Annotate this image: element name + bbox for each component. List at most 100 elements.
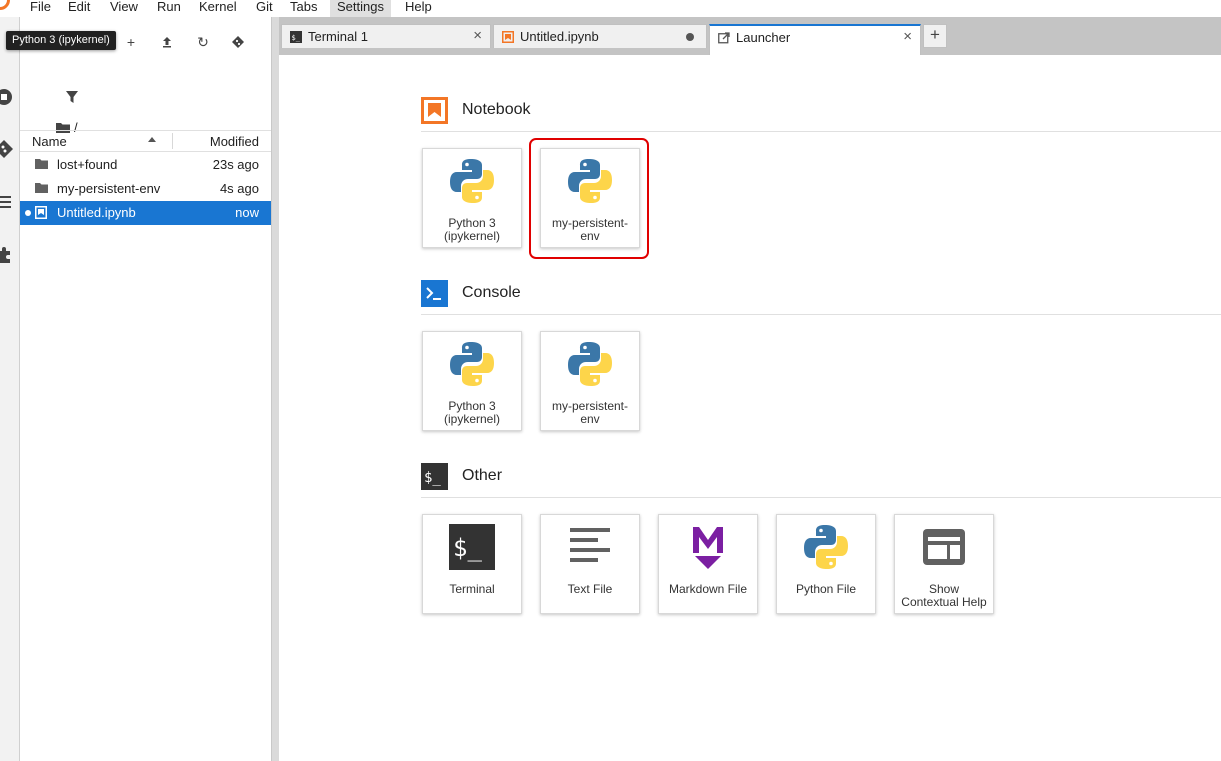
new-file-button[interactable]: + [120, 31, 142, 53]
notebook-icon [35, 206, 47, 219]
section-notebook: Notebook [421, 96, 531, 124]
notebook-icon [421, 96, 448, 124]
section-other: $_ Other [421, 462, 502, 490]
file-modified: now [235, 205, 259, 220]
folder-icon [35, 159, 48, 169]
launcher-card-terminal[interactable]: $_ Terminal [422, 514, 522, 614]
python-icon [568, 342, 612, 386]
column-name-header[interactable]: Name [32, 134, 67, 149]
launcher-card-markdown-file[interactable]: Markdown File [658, 514, 758, 614]
file-row-lost-found[interactable]: lost+found 23s ago [20, 153, 271, 177]
python-icon [450, 342, 494, 386]
menu-settings[interactable]: Settings [330, 0, 391, 17]
markdown-icon [693, 527, 723, 569]
highlight-annotation [529, 138, 649, 259]
menu-tabs[interactable]: Tabs [283, 0, 324, 17]
menu-kernel[interactable]: Kernel [192, 0, 244, 17]
tab-label: Untitled.ipynb [520, 29, 599, 44]
launcher-card-text-file[interactable]: Text File [540, 514, 640, 614]
card-label: Python File [795, 582, 857, 596]
column-modified-header[interactable]: Modified [210, 134, 259, 149]
running-indicator-icon [25, 210, 31, 216]
sort-ascending-icon [148, 137, 156, 142]
menu-file[interactable]: File [23, 0, 58, 17]
console-icon [421, 279, 448, 307]
tab-terminal-1[interactable]: $_ Terminal 1 × [281, 24, 491, 48]
unsaved-indicator-icon[interactable] [686, 33, 694, 41]
plus-icon: + [126, 34, 136, 50]
file-name: lost+found [57, 157, 118, 172]
card-label: Terminal [449, 582, 495, 596]
git-clone-button[interactable] [227, 31, 249, 53]
git-clone-icon [232, 36, 244, 48]
activity-bar [0, 17, 20, 761]
file-name: Untitled.ipynb [57, 205, 136, 220]
text-file-icon [570, 528, 610, 562]
kernel-tooltip: Python 3 (ipykernel) [6, 31, 116, 50]
launcher-icon [718, 32, 730, 44]
card-label: Python 3 (ipykernel) [443, 399, 500, 426]
section-divider [421, 131, 1221, 132]
file-modified: 23s ago [212, 157, 259, 172]
git-icon[interactable] [0, 139, 14, 159]
file-row-untitled-ipynb[interactable]: Untitled.ipynb now [20, 201, 271, 225]
jupyter-logo-icon [0, 0, 10, 10]
launcher-card-console-my-persistent-env[interactable]: my-persistent-env [540, 331, 640, 431]
launcher-card-show-contextual-help[interactable]: Show Contextual Help [894, 514, 994, 614]
notebook-icon [502, 31, 514, 43]
tab-label: Terminal 1 [308, 29, 368, 44]
file-browser-panel: + ↻ / [20, 17, 271, 761]
tab-label: Launcher [736, 30, 791, 45]
svg-text:$_: $_ [292, 34, 301, 42]
tab-untitled-ipynb[interactable]: Untitled.ipynb [493, 24, 707, 48]
upload-icon [163, 37, 171, 48]
column-divider[interactable] [172, 133, 173, 149]
card-label: Python 3 (ipykernel) [443, 216, 500, 243]
python-icon [804, 525, 848, 569]
panel-splitter[interactable] [271, 17, 279, 761]
section-divider [421, 314, 1221, 315]
refresh-icon: ↻ [197, 33, 209, 50]
card-label: Markdown File [668, 582, 748, 596]
plus-icon: + [930, 25, 940, 44]
close-icon[interactable]: × [903, 28, 912, 45]
card-label: Text File [567, 582, 613, 596]
folder-icon [35, 183, 48, 193]
menu-view[interactable]: View [103, 0, 145, 17]
menubar: File Edit View Run Kernel Git Tabs Setti… [0, 0, 1221, 18]
file-name: my-persistent-env [57, 181, 161, 196]
section-divider [421, 497, 1221, 498]
python-icon [450, 159, 494, 203]
card-label: Show Contextual Help [901, 582, 987, 609]
filter-icon[interactable] [66, 91, 78, 104]
terminal-icon: $_ [290, 31, 302, 43]
close-icon[interactable]: × [473, 27, 482, 44]
menu-help[interactable]: Help [398, 0, 439, 17]
menu-git[interactable]: Git [249, 0, 280, 17]
upload-button[interactable] [156, 31, 178, 53]
menu-run[interactable]: Run [150, 0, 188, 17]
menu-edit[interactable]: Edit [61, 0, 97, 17]
svg-text:$_: $_ [424, 470, 441, 486]
card-label: my-persistent-env [551, 399, 628, 426]
refresh-button[interactable]: ↻ [192, 31, 214, 53]
section-title: Notebook [462, 101, 531, 118]
contextual-help-icon [923, 529, 965, 565]
add-tab-button[interactable]: + [923, 24, 947, 48]
svg-text:$_: $_ [453, 534, 482, 562]
terminal-icon: $_ [449, 524, 495, 570]
section-title: Other [462, 467, 503, 484]
running-sessions-icon[interactable] [0, 87, 14, 107]
terminal-icon: $_ [421, 462, 448, 490]
tab-launcher[interactable]: Launcher × [709, 24, 921, 55]
section-title: Console [462, 284, 521, 301]
launcher-card-console-python3[interactable]: Python 3 (ipykernel) [422, 331, 522, 431]
extensions-icon[interactable] [0, 245, 14, 265]
table-of-contents-icon[interactable] [0, 192, 14, 212]
file-modified: 4s ago [219, 181, 259, 196]
tab-bar: $_ Terminal 1 × Untitled.ipynb Launcher … [279, 17, 1221, 55]
file-row-my-persistent-env[interactable]: my-persistent-env 4s ago [20, 177, 271, 201]
launcher-card-notebook-python3[interactable]: Python 3 (ipykernel) [422, 148, 522, 248]
launcher-card-python-file[interactable]: Python File [776, 514, 876, 614]
section-console: Console [421, 279, 521, 307]
